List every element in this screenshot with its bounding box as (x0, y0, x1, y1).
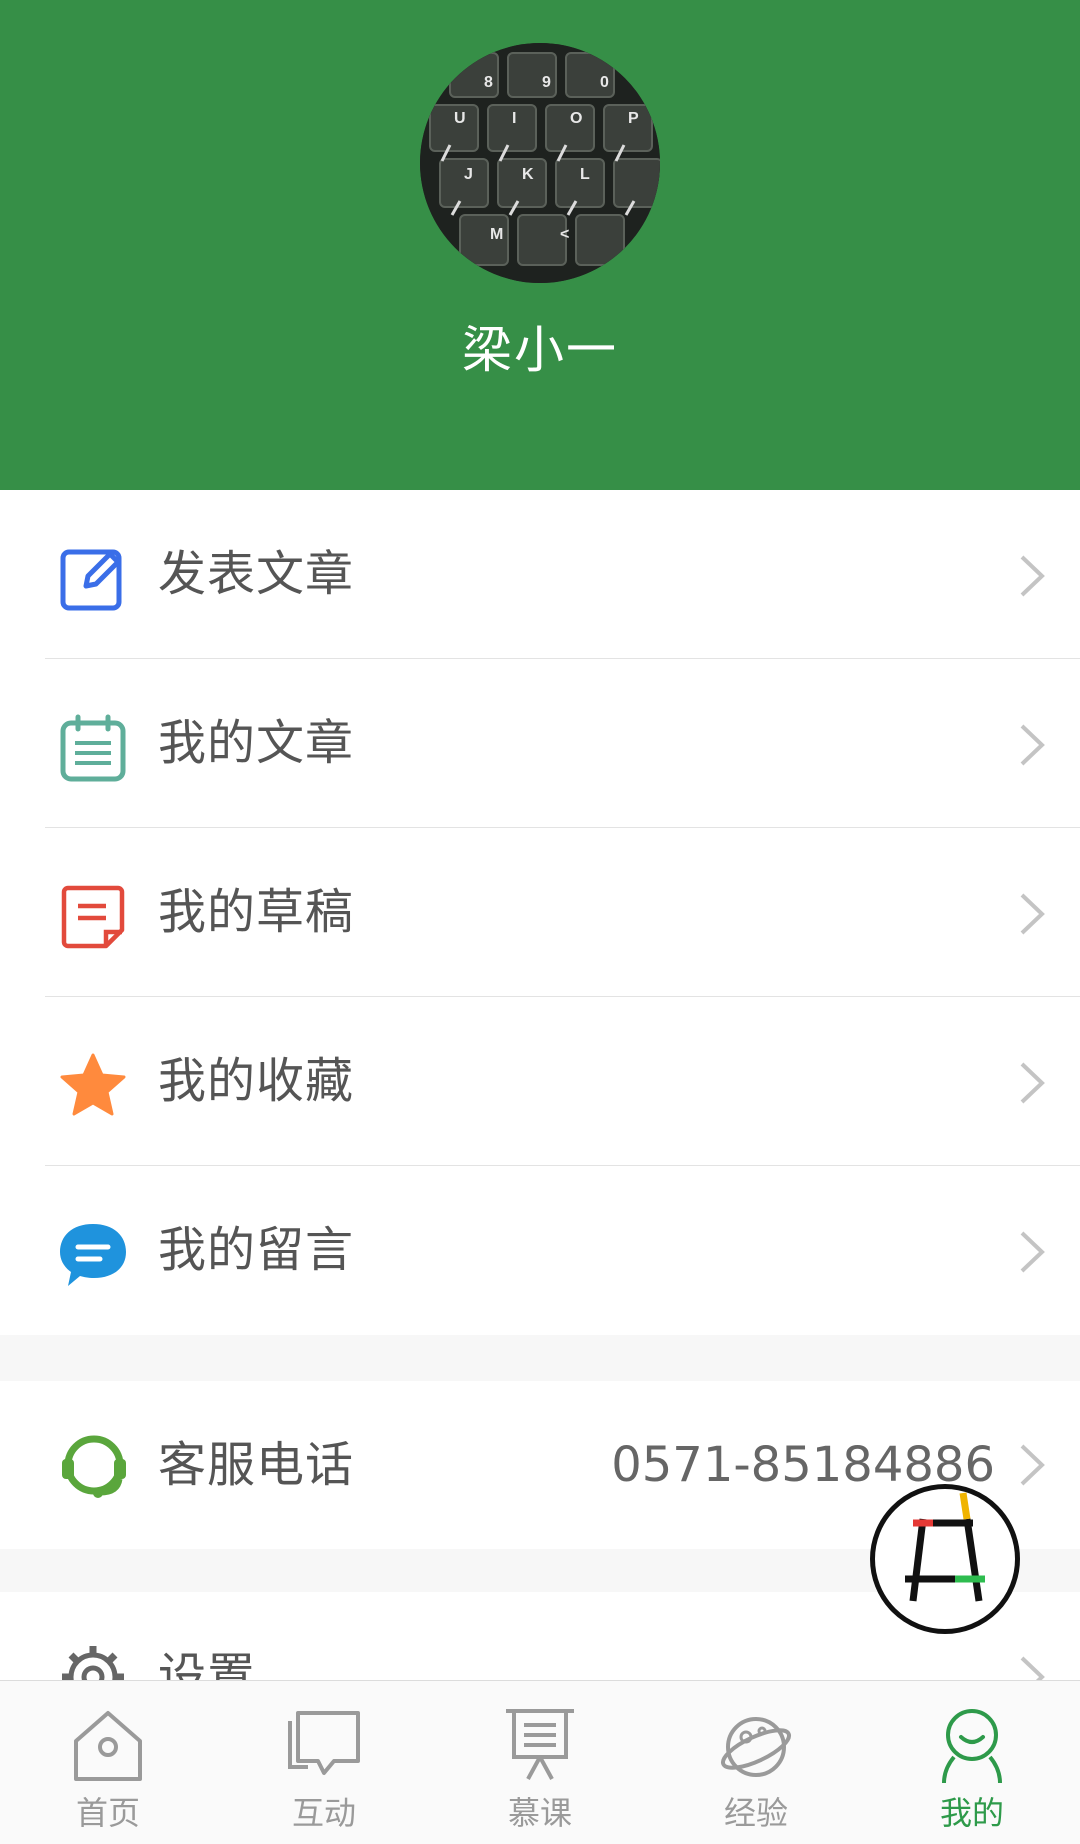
star-icon (60, 1053, 126, 1116)
menu-item-label: 我的草稿 (158, 884, 355, 940)
profile-header: 8 9 0 U I O P J K L M < 梁小一 (0, 0, 1080, 490)
svg-text:K: K (522, 166, 534, 183)
svg-text:I: I (512, 110, 516, 127)
tab-label: 我的 (939, 1794, 1004, 1832)
presentation-icon (506, 1709, 574, 1780)
menu-item-my-messages[interactable]: 我的留言 (0, 1166, 1080, 1335)
username: 梁小一 (462, 321, 618, 379)
chevron-right-icon (1020, 1231, 1045, 1273)
planet-icon (720, 1717, 792, 1777)
chevron-right-icon (1020, 724, 1045, 766)
chevron-right-icon (1020, 1656, 1045, 1682)
ladder-icon (905, 1492, 985, 1602)
menu-item-my-favorites[interactable]: 我的收藏 (0, 997, 1080, 1166)
tab-label: 首页 (75, 1794, 140, 1832)
chevron-right-icon (1020, 555, 1045, 597)
svg-text:U: U (454, 110, 466, 127)
menu-item-my-articles[interactable]: 我的文章 (0, 659, 1080, 828)
headset-icon (62, 1435, 126, 1498)
edit-icon (60, 549, 122, 611)
person-icon (942, 1709, 1002, 1784)
floating-ladder-button[interactable] (870, 1484, 1020, 1634)
chevron-right-icon (1020, 1444, 1045, 1486)
tab-home[interactable]: 首页 (0, 1681, 216, 1844)
svg-text:M: M (490, 226, 503, 243)
svg-text:L: L (580, 166, 590, 183)
tab-interact[interactable]: 互动 (216, 1681, 432, 1844)
chevron-right-icon (1020, 893, 1045, 935)
svg-text:J: J (464, 166, 473, 183)
tab-experience[interactable]: 经验 (648, 1681, 864, 1844)
svg-text:0: 0 (600, 74, 609, 91)
svg-text:8: 8 (484, 74, 493, 91)
menu-item-label: 发表文章 (158, 546, 355, 602)
menu-item-label: 我的收藏 (158, 1053, 355, 1109)
svg-text:<: < (560, 226, 569, 243)
menu-item-publish-article[interactable]: 发表文章 (0, 490, 1080, 659)
menu-list: 发表文章 我的文章 我的草稿 我的收藏 我的留言 (0, 490, 1080, 1335)
svg-text:O: O (570, 110, 582, 127)
message-icon (60, 1224, 126, 1286)
avatar[interactable]: 8 9 0 U I O P J K L M < (420, 43, 660, 283)
menu-item-label: 我的文章 (158, 715, 355, 771)
menu-item-my-drafts[interactable]: 我的草稿 (0, 828, 1080, 997)
tab-label: 互动 (291, 1794, 356, 1832)
settings-label: 设置 (158, 1648, 257, 1682)
bottom-tab-bar: 首页 互动 慕课 经验 我的 (0, 1680, 1080, 1844)
tab-mine[interactable]: 我的 (864, 1681, 1080, 1844)
section-gap (0, 1335, 1080, 1381)
tab-label: 慕课 (507, 1794, 572, 1832)
svg-text:9: 9 (542, 74, 551, 91)
tab-label: 经验 (723, 1794, 788, 1832)
customer-service-label: 客服电话 (158, 1437, 355, 1493)
draft-icon (61, 885, 125, 949)
keyboard-photo: 8 9 0 U I O P J K L M < (420, 43, 660, 283)
chevron-right-icon (1020, 1062, 1045, 1104)
menu-item-label: 我的留言 (158, 1222, 355, 1278)
svg-text:P: P (628, 110, 639, 127)
chat-icon (288, 1711, 360, 1775)
gear-icon (62, 1646, 124, 1682)
notepad-icon (60, 714, 126, 782)
home-icon (74, 1711, 142, 1781)
tab-mooc[interactable]: 慕课 (432, 1681, 648, 1844)
